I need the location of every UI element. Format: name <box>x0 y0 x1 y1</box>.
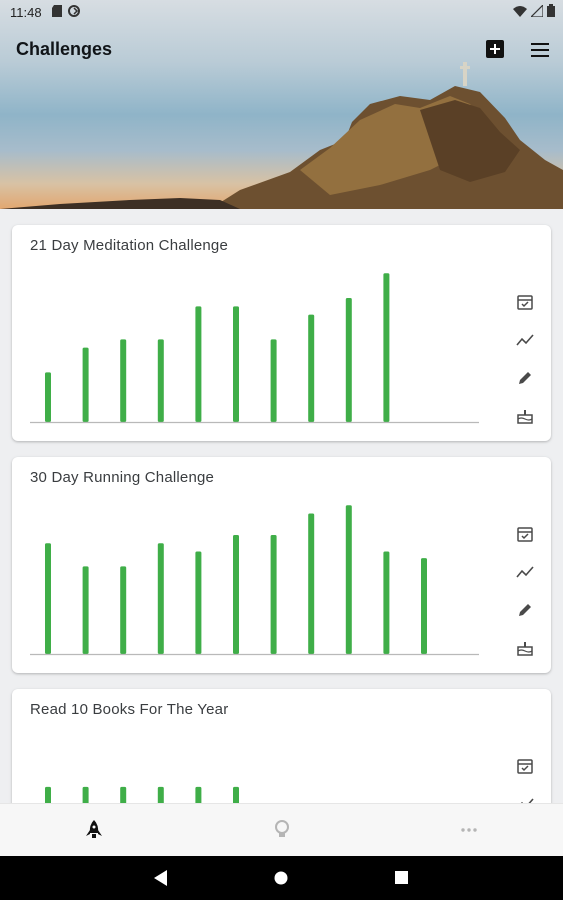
edit-icon[interactable] <box>516 369 534 387</box>
sync-icon <box>68 5 80 17</box>
battery-icon <box>547 4 555 17</box>
system-navigation-bar <box>0 856 563 900</box>
nav-item-challenges[interactable] <box>74 816 114 844</box>
trend-icon[interactable] <box>516 563 534 581</box>
challenge-bar-chart <box>30 505 479 656</box>
chart-bar <box>82 347 89 422</box>
nav-item-ideas[interactable] <box>262 816 302 844</box>
nav-item-more[interactable] <box>449 816 489 844</box>
chart-bar <box>195 551 202 654</box>
back-icon[interactable] <box>154 870 168 886</box>
chart-bar <box>383 273 390 422</box>
mountain-photo <box>0 62 563 209</box>
trend-icon[interactable] <box>516 331 534 349</box>
chart-bar <box>45 372 51 422</box>
chart-bar <box>383 551 390 654</box>
chart-bar <box>120 339 127 422</box>
chart-bar <box>308 513 315 654</box>
calendar-check-icon[interactable] <box>516 757 534 775</box>
bottom-navigation <box>0 803 563 857</box>
status-time: 11:48 <box>10 5 42 20</box>
recents-icon[interactable] <box>395 871 409 885</box>
chart-bar <box>345 298 352 422</box>
calendar-check-icon[interactable] <box>516 525 534 543</box>
challenge-title: 30 Day Running Challenge <box>30 469 215 486</box>
page-title: Challenges <box>16 39 113 59</box>
chart-bar <box>421 558 427 654</box>
status-bar: 11:48 <box>0 0 563 24</box>
chart-bar <box>45 543 51 654</box>
wifi-icon <box>513 5 527 17</box>
challenge-bar-chart <box>30 273 479 424</box>
menu-icon[interactable] <box>530 42 550 58</box>
cake-icon[interactable] <box>516 639 534 657</box>
calendar-check-icon[interactable] <box>516 293 534 311</box>
more-horiz-icon <box>461 828 477 832</box>
chart-bar <box>120 566 127 654</box>
chart-bar <box>233 535 239 654</box>
chart-bar <box>82 566 89 654</box>
lightbulb-icon <box>275 820 289 837</box>
chart-bar <box>308 314 315 422</box>
home-icon[interactable] <box>274 871 288 885</box>
challenge-card[interactable]: 21 Day Meditation Challenge <box>12 225 551 441</box>
chart-bar <box>157 339 164 422</box>
header-banner: 11:48 Challenges <box>0 0 563 209</box>
challenge-title: 21 Day Meditation Challenge <box>30 237 229 254</box>
add-box-icon[interactable] <box>486 40 504 58</box>
chart-bar <box>233 306 239 422</box>
cake-icon[interactable] <box>516 407 534 425</box>
challenge-card[interactable]: 30 Day Running Challenge <box>12 457 551 673</box>
sd-card-icon <box>52 5 62 17</box>
chart-bar <box>195 306 202 422</box>
chart-bar <box>270 339 277 422</box>
signal-icon <box>531 4 543 17</box>
chart-bar <box>157 543 164 654</box>
challenge-title: Read 10 Books For The Year <box>30 701 229 718</box>
chart-bar <box>270 535 277 654</box>
rocket-icon <box>86 820 102 838</box>
chart-bar <box>345 505 352 654</box>
edit-icon[interactable] <box>516 601 534 619</box>
